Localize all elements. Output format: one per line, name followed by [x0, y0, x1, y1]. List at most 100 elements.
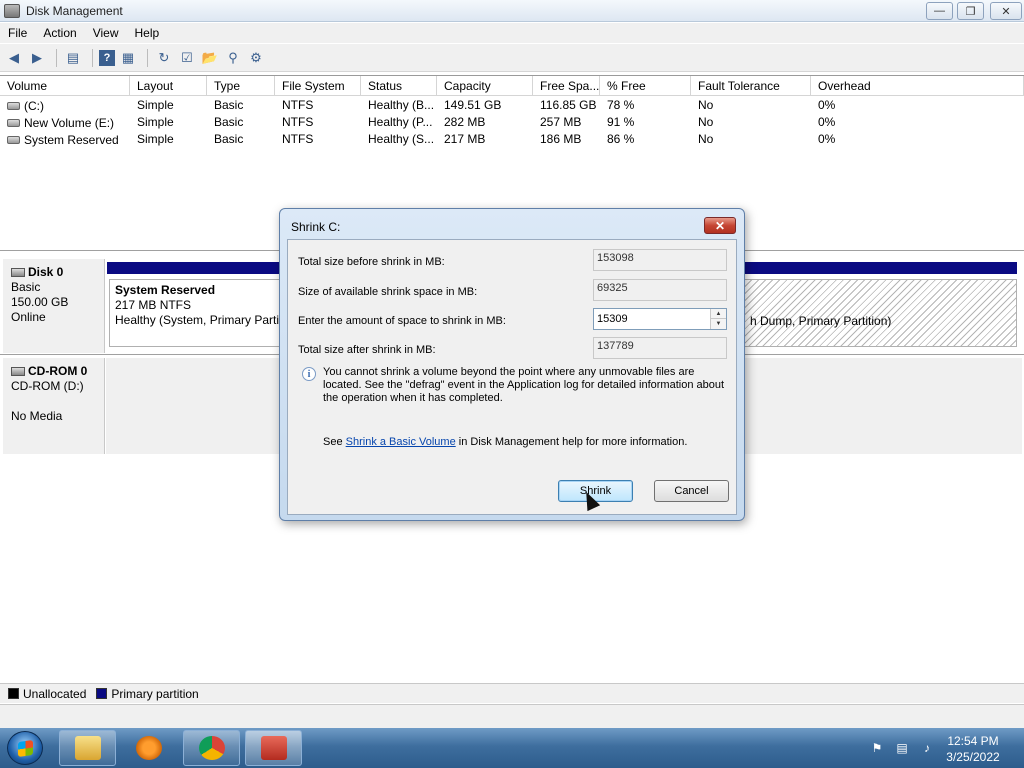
table-row[interactable]: New Volume (E:) Simple Basic NTFS Health… [0, 113, 1024, 130]
cdrom-icon [11, 367, 25, 376]
spin-down-icon[interactable]: ▼ [711, 319, 726, 329]
menu-action[interactable]: Action [35, 26, 84, 40]
unallocated-swatch [8, 688, 19, 699]
volume-list-header: Volume Layout Type File System Status Ca… [0, 76, 1024, 96]
network-icon[interactable]: ▤ [894, 741, 910, 755]
disk-name: Disk 0 [28, 265, 64, 279]
cell-overhead: 0% [818, 132, 836, 146]
shrink-amount-stepper[interactable]: ▲ ▼ [593, 308, 727, 330]
cdrom-media: No Media [11, 409, 63, 423]
legend: Unallocated Primary partition [0, 683, 1024, 703]
column-free-space[interactable]: Free Spa... [533, 76, 600, 96]
column-overhead[interactable]: Overhead [811, 76, 1024, 96]
maximize-button[interactable]: ❐ [957, 2, 984, 20]
cell-layout: Simple [137, 98, 174, 112]
toolbar-separator [147, 48, 148, 67]
column-type[interactable]: Type [207, 76, 275, 96]
menu-file[interactable]: File [0, 26, 35, 40]
cell-type: Basic [214, 98, 244, 112]
chrome-icon [198, 736, 225, 760]
partition-c-selected[interactable]: h Dump, Primary Partition) [744, 279, 1017, 347]
minimize-icon: — [934, 5, 945, 17]
cell-fault-tolerance: No [698, 98, 714, 112]
help-line: See Shrink a Basic Volume in Disk Manage… [323, 436, 688, 448]
drive-icon [7, 118, 20, 127]
cell-capacity: 149.51 GB [444, 98, 502, 112]
cell-percent-free: 91 % [607, 115, 635, 129]
disk-0-label[interactable]: Disk 0 Basic 150.00 GB Online [3, 259, 105, 353]
cell-status: Healthy (P... [368, 115, 433, 129]
column-fault-tolerance[interactable]: Fault Tolerance [691, 76, 811, 96]
drive-icon [7, 135, 20, 144]
label-amount: Enter the amount of space to shrink in M… [298, 315, 506, 327]
shrink-amount-input[interactable] [594, 309, 706, 329]
info-icon: i [302, 367, 316, 381]
window-title: Disk Management [26, 3, 123, 18]
column-status[interactable]: Status [361, 76, 437, 96]
taskbar-media-player[interactable] [120, 730, 177, 766]
help-icon[interactable]: ? [99, 49, 115, 66]
action-center-icon[interactable]: ⚑ [869, 741, 885, 755]
partition-system-reserved[interactable]: System Reserved 217 MB NTFS Healthy (Sys… [109, 279, 280, 347]
partition-size: 217 MB NTFS [115, 298, 192, 312]
open-folder-icon[interactable]: 📂 [200, 48, 220, 68]
toolbar-separator [92, 48, 93, 67]
close-button[interactable]: ✕ [990, 2, 1022, 20]
dialog-close-button[interactable]: ✕ [704, 217, 736, 234]
table-row[interactable]: (C:) Simple Basic NTFS Healthy (B... 149… [0, 96, 1024, 113]
settings-icon[interactable]: ⚙ [246, 48, 266, 68]
cell-volume: New Volume (E:) [24, 115, 115, 130]
cell-status: Healthy (B... [368, 98, 435, 112]
menu-help[interactable]: Help [127, 26, 168, 40]
cell-volume: (C:) [24, 98, 44, 113]
start-button[interactable] [7, 731, 43, 765]
column-capacity[interactable]: Capacity [437, 76, 533, 96]
disk-type: Basic [11, 280, 41, 294]
taskbar-explorer[interactable] [59, 730, 116, 766]
restore-icon: ❐ [965, 5, 976, 18]
table-row[interactable]: System Reserved Simple Basic NTFS Health… [0, 130, 1024, 147]
close-icon: ✕ [714, 218, 726, 233]
cell-overhead: 0% [818, 115, 836, 129]
cancel-button[interactable]: Cancel [654, 480, 729, 502]
partition-status: h Dump, Primary Partition) [750, 314, 892, 328]
search-icon[interactable]: ⚲ [223, 48, 243, 68]
cell-fault-tolerance: No [698, 132, 714, 146]
refresh-icon[interactable]: ↻ [154, 48, 174, 68]
minimize-button[interactable]: — [926, 2, 953, 20]
menu-bar: File Action View Help [0, 23, 1024, 43]
menu-view[interactable]: View [85, 26, 127, 40]
info-text: You cannot shrink a volume beyond the po… [323, 366, 725, 404]
shrink-dialog: Shrink C: ✕ Total size before shrink in … [279, 208, 745, 521]
check-icon[interactable]: ☑ [177, 48, 197, 68]
properties-icon[interactable]: ▦ [118, 48, 138, 68]
dialog-body: Total size before shrink in MB: 153098 S… [287, 239, 737, 515]
help-link[interactable]: Shrink a Basic Volume [346, 436, 456, 448]
close-icon: ✕ [1001, 5, 1011, 18]
cdrom-0-label[interactable]: CD-ROM 0 CD-ROM (D:) No Media [3, 358, 105, 454]
cell-free-space: 257 MB [540, 115, 582, 129]
console-tree-icon[interactable]: ▤ [63, 48, 83, 68]
column-percent-free[interactable]: % Free [600, 76, 691, 96]
cell-layout: Simple [137, 115, 174, 129]
cell-capacity: 217 MB [444, 132, 486, 146]
cell-percent-free: 78 % [607, 98, 635, 112]
column-volume[interactable]: Volume [0, 76, 130, 96]
clock[interactable]: 12:54 PM 3/25/2022 [930, 733, 1016, 765]
back-icon[interactable]: ◀ [4, 48, 24, 68]
forward-icon[interactable]: ▶ [27, 48, 47, 68]
taskbar-disk-management[interactable] [245, 730, 302, 766]
cell-volume: System Reserved [24, 132, 119, 147]
cell-file-system: NTFS [282, 98, 314, 112]
column-layout[interactable]: Layout [130, 76, 207, 96]
taskbar-chrome[interactable] [183, 730, 240, 766]
spin-up-icon[interactable]: ▲ [711, 309, 726, 319]
partition-name: System Reserved [115, 283, 216, 297]
media-player-icon [135, 736, 162, 760]
drive-icon [7, 101, 20, 110]
value-total-after: 137789 [593, 337, 727, 359]
cell-type: Basic [214, 115, 244, 129]
label-total-before: Total size before shrink in MB: [298, 256, 445, 268]
label-total-after: Total size after shrink in MB: [298, 344, 436, 356]
column-file-system[interactable]: File System [275, 76, 361, 96]
